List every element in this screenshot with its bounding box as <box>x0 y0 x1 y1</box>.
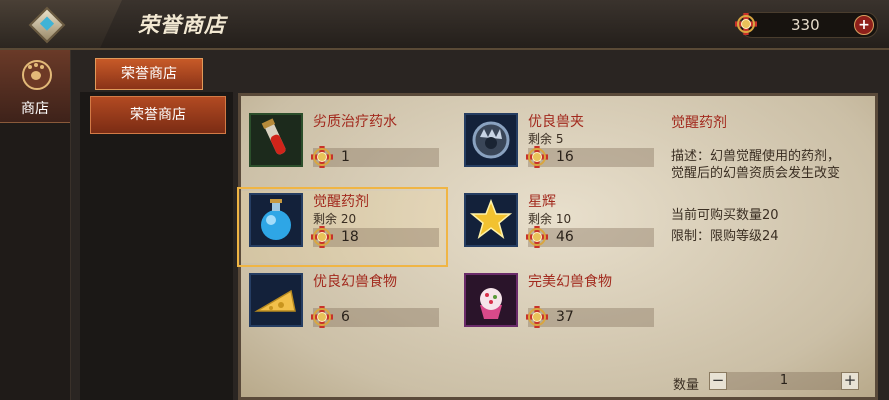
back-button[interactable] <box>0 0 122 48</box>
quantity-stepper: 1 − + <box>709 372 859 390</box>
shop-panel: 劣质治疗药水 1 优良兽夹 剩余 5 16 觉醒药剂 剩余 20 18 星辉 剩… <box>237 93 878 400</box>
detail-restriction: 限制：限购等级24 <box>671 229 779 244</box>
item-price-value: 46 <box>556 229 574 245</box>
item-price-value: 6 <box>341 309 350 325</box>
honor-medal-icon <box>526 226 548 248</box>
sidebar-item-label: 商店 <box>21 101 49 117</box>
red-potion-icon <box>249 113 303 167</box>
item-price-value: 18 <box>341 229 359 245</box>
sidebar-item-shop[interactable]: 商店 <box>0 50 70 123</box>
add-currency-button[interactable]: + <box>854 15 874 35</box>
sidebar: 商店 <box>0 50 71 400</box>
category-list: 荣誉商店 <box>80 92 233 400</box>
detail-description: 描述：幻兽觉醒使用的药剂，觉醒后的幻兽资质会发生改变 <box>671 149 841 181</box>
honor-medal-icon <box>526 306 548 328</box>
top-bar: 荣誉商店 330 + <box>0 0 889 50</box>
tab-honor-shop[interactable]: 荣誉商店 <box>95 58 203 90</box>
quantity-label: 数量 <box>673 378 700 393</box>
item-name: 星辉 <box>528 194 556 210</box>
shop-item[interactable]: 星辉 剩余 10 46 <box>456 191 656 263</box>
item-remaining: 剩余 20 <box>313 212 357 226</box>
item-price-value: 16 <box>556 149 574 165</box>
star-icon <box>464 193 518 247</box>
item-price: 46 <box>526 226 654 248</box>
quantity-minus-button[interactable]: − <box>709 372 727 390</box>
honor-medal-icon <box>526 146 548 168</box>
item-name: 完美幻兽食物 <box>528 274 612 290</box>
currency-value: 330 <box>791 16 820 34</box>
paw-icon <box>22 60 52 90</box>
shop-item[interactable]: 优良兽夹 剩余 5 16 <box>456 111 656 183</box>
item-name: 劣质治疗药水 <box>313 114 397 130</box>
item-name: 优良幻兽食物 <box>313 274 397 290</box>
item-price: 18 <box>311 226 439 248</box>
honor-medal-icon <box>311 146 333 168</box>
item-remaining: 剩余 10 <box>528 212 572 226</box>
shop-item-selected[interactable]: 觉醒药剂 剩余 20 18 <box>237 187 448 267</box>
quantity-value[interactable]: 1 <box>709 372 859 390</box>
item-price: 6 <box>311 306 439 328</box>
shop-item[interactable]: 完美幻兽食物 37 <box>456 271 656 343</box>
item-name: 觉醒药剂 <box>313 194 369 210</box>
back-diamond-icon <box>28 6 66 44</box>
shop-item[interactable]: 劣质治疗药水 1 <box>241 111 441 183</box>
item-name: 优良兽夹 <box>528 114 584 130</box>
blue-potion-icon <box>249 193 303 247</box>
honor-medal-icon <box>311 306 333 328</box>
item-price-value: 37 <box>556 309 574 325</box>
cheese-icon <box>249 273 303 327</box>
cupcake-icon <box>464 273 518 327</box>
honor-currency: 330 + <box>735 12 878 38</box>
item-price-value: 1 <box>341 149 350 165</box>
honor-medal-icon <box>735 13 757 35</box>
detail-buy-limit: 当前可购买数量20 <box>671 208 779 223</box>
category-item-honor-shop[interactable]: 荣誉商店 <box>90 96 226 134</box>
item-price: 37 <box>526 306 654 328</box>
shop-item[interactable]: 优良幻兽食物 6 <box>241 271 441 343</box>
honor-medal-icon <box>311 226 333 248</box>
beast-trap-icon <box>464 113 518 167</box>
item-price: 16 <box>526 146 654 168</box>
page-title: 荣誉商店 <box>138 13 226 37</box>
detail-title: 觉醒药剂 <box>671 115 727 131</box>
item-remaining: 剩余 5 <box>528 132 564 146</box>
item-price: 1 <box>311 146 439 168</box>
quantity-plus-button[interactable]: + <box>841 372 859 390</box>
